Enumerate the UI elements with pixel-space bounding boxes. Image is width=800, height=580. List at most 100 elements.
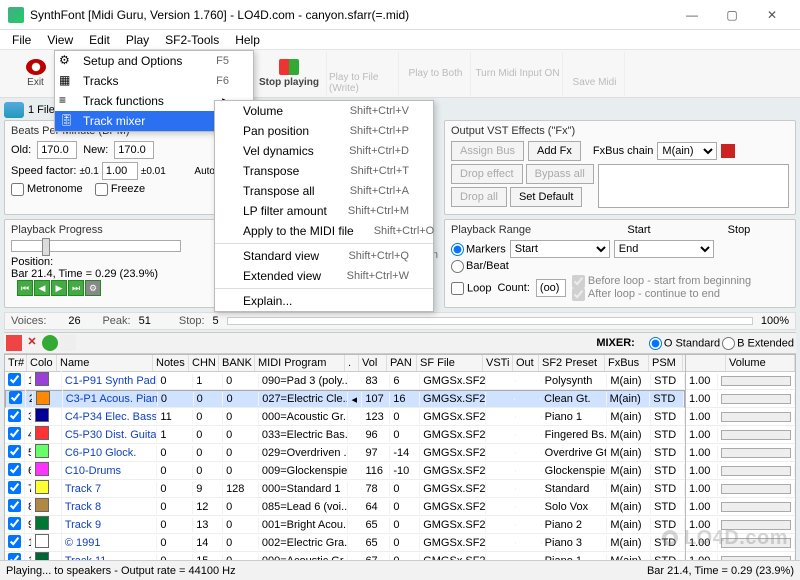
tool-icon[interactable] [60,335,76,351]
playback-slider[interactable] [11,240,181,252]
mixer-row[interactable]: 1.00 [686,426,795,444]
submenu-item[interactable]: Transpose allShift+Ctrl+A [215,181,433,201]
bpm-old-input[interactable] [37,141,77,159]
menu-file[interactable]: File [4,31,39,49]
after-loop-checkbox[interactable]: After loop - continue to end [572,288,720,300]
speed-factor-input[interactable] [102,162,138,180]
next-button[interactable]: ⏭ [68,280,84,296]
drop-all-button[interactable]: Drop all [451,187,507,207]
col-header[interactable]: FxBus [605,355,649,371]
mixer-row[interactable]: 1.00 [686,408,795,426]
submenu-item[interactable]: Pan positionShift+Ctrl+P [215,121,433,141]
play-both-button[interactable]: Play to Both [401,52,471,96]
col-header[interactable]: Out [513,355,539,371]
drop-effect-button[interactable]: Drop effect [451,164,523,184]
range-start-select[interactable]: Start [510,240,610,258]
col-header[interactable]: Colo [27,355,57,371]
mixer-row[interactable]: 1.00 [686,390,795,408]
col-header[interactable]: SF2 Preset [539,355,605,371]
freeze-checkbox[interactable]: Freeze [95,183,145,195]
table-row[interactable]: 10© 19910140002=Electric Gra...650GMGSx.… [5,534,685,552]
menu-help[interactable]: Help [227,31,268,49]
stop-playing-button[interactable]: Stop playing [252,52,327,96]
table-row[interactable]: 3C4-P34 Elec. Bass1100000=Acoustic Gr...… [5,408,685,426]
set-default-button[interactable]: Set Default [510,187,582,207]
table-row[interactable]: 4C5-P30 Dist. Guitar100033=Electric Bas.… [5,426,685,444]
fx-remove-icon[interactable] [721,144,735,158]
bpm-panel: Beats Per Minute (BPM) Old: New: Speed f… [4,120,222,215]
table-row[interactable]: 1C1-P91 Synth Pads010090=Pad 3 (poly...8… [5,372,685,390]
submenu-item[interactable]: TransposeShift+Ctrl+T [215,161,433,181]
metronome-checkbox[interactable]: Metronome [11,183,83,195]
table-row[interactable]: 5C6-P10 Glock.000029=Overdriven ...97-14… [5,444,685,462]
col-header[interactable]: Tr# [5,355,27,371]
stop-play-icon [279,59,299,75]
col-header[interactable]: PAN [387,355,417,371]
col-header[interactable]: MIDI Program [255,355,345,371]
col-header[interactable]: PSM [649,355,683,371]
assign-bus-button[interactable]: Assign Bus [451,141,524,161]
fx-list[interactable] [598,164,789,208]
submenu-item[interactable]: Standard viewShift+Ctrl+Q [215,246,433,266]
bypass-all-button[interactable]: Bypass all [526,164,594,184]
midi-input-button[interactable]: Turn Midi Input ON [473,52,563,96]
submenu-item[interactable]: Vel dynamicsShift+Ctrl+D [215,141,433,161]
table-row[interactable]: 7Track 709128000=Standard 1780GMGSx.SF2S… [5,480,685,498]
close-button[interactable]: ✕ [752,1,792,29]
track-toolbar: ✕ MIXER: O Standard B Extended [4,332,796,354]
col-header[interactable]: BANK [219,355,255,371]
file-icon [354,54,374,70]
mixer-row[interactable]: 1.00 [686,480,795,498]
col-header[interactable]: Notes [153,355,189,371]
play-to-file-button[interactable]: Play to File (Write) [329,52,399,96]
app-icon [8,7,24,23]
playback-range-panel: Playback Range Start Stop Markers Start … [444,219,796,308]
fxbus-chain-select[interactable]: M(ain) [657,142,717,160]
before-loop-checkbox[interactable]: Before loop - start from beginning [572,275,751,287]
file-tab-label[interactable]: 1 File [28,104,55,116]
play-button[interactable]: ▶ [51,280,67,296]
add-fx-button[interactable]: Add Fx [528,141,581,161]
table-row[interactable]: 2C3-P1 Acous. Piano000027=Electric Cle..… [5,390,685,408]
save-midi-button[interactable]: Save Midi [565,52,625,96]
go-icon[interactable] [42,335,58,351]
barbeat-radio[interactable]: Bar/Beat [451,260,509,272]
mixer-row[interactable]: 1.00 [686,462,795,480]
loop-checkbox[interactable]: Loop [451,282,491,295]
submenu-item[interactable]: VolumeShift+Ctrl+V [215,101,433,121]
menu-edit[interactable]: Edit [81,31,118,49]
col-header[interactable]: VSTi [483,355,513,371]
col-header[interactable]: Name [57,355,153,371]
range-end-select[interactable]: End [614,240,714,258]
submenu-item[interactable]: Explain... [215,291,433,311]
menu-view[interactable]: View [39,31,81,49]
submenu-item[interactable]: Extended viewShift+Ctrl+W [215,266,433,286]
mixer-extended-radio[interactable]: B Extended [722,337,794,350]
bpm-new-input[interactable] [114,141,154,159]
submenu-item[interactable]: LP filter amountShift+Ctrl+M [215,201,433,221]
col-header[interactable]: Vol [359,355,387,371]
mixer-row[interactable]: 1.00 [686,498,795,516]
maximize-button[interactable]: ▢ [712,1,752,29]
menu-sf2tools[interactable]: SF2-Tools [157,31,227,49]
menu-tracks[interactable]: ▦TracksF6 [55,71,253,91]
col-header[interactable]: . [345,355,359,371]
minimize-button[interactable]: — [672,1,712,29]
rewind-button[interactable]: ⏮ [17,280,33,296]
mixer-row[interactable]: 1.00 [686,372,795,390]
settings-button[interactable]: ⚙ [85,280,101,296]
mixer-standard-radio[interactable]: O Standard [649,337,720,350]
menu-setup-options[interactable]: ⚙Setup and OptionsF5 [55,51,253,71]
table-row[interactable]: 8Track 80120085=Lead 6 (voi...640GMGSx.S… [5,498,685,516]
table-row[interactable]: 6C10-Drums000009=Glockenspiel116-10GMGSx… [5,462,685,480]
record-icon[interactable] [6,335,22,351]
mixer-row[interactable]: 1.00 [686,444,795,462]
loop-count-input[interactable] [536,279,566,297]
menu-play[interactable]: Play [118,31,157,49]
submenu-item[interactable]: Apply to the MIDI fileShift+Ctrl+O [215,221,433,241]
prev-button[interactable]: ◀ [34,280,50,296]
col-header[interactable]: SF File [417,355,483,371]
col-header[interactable]: CHN [189,355,219,371]
table-row[interactable]: 9Track 90130001=Bright Acou...650GMGSx.S… [5,516,685,534]
markers-radio[interactable]: Markers [451,243,506,256]
